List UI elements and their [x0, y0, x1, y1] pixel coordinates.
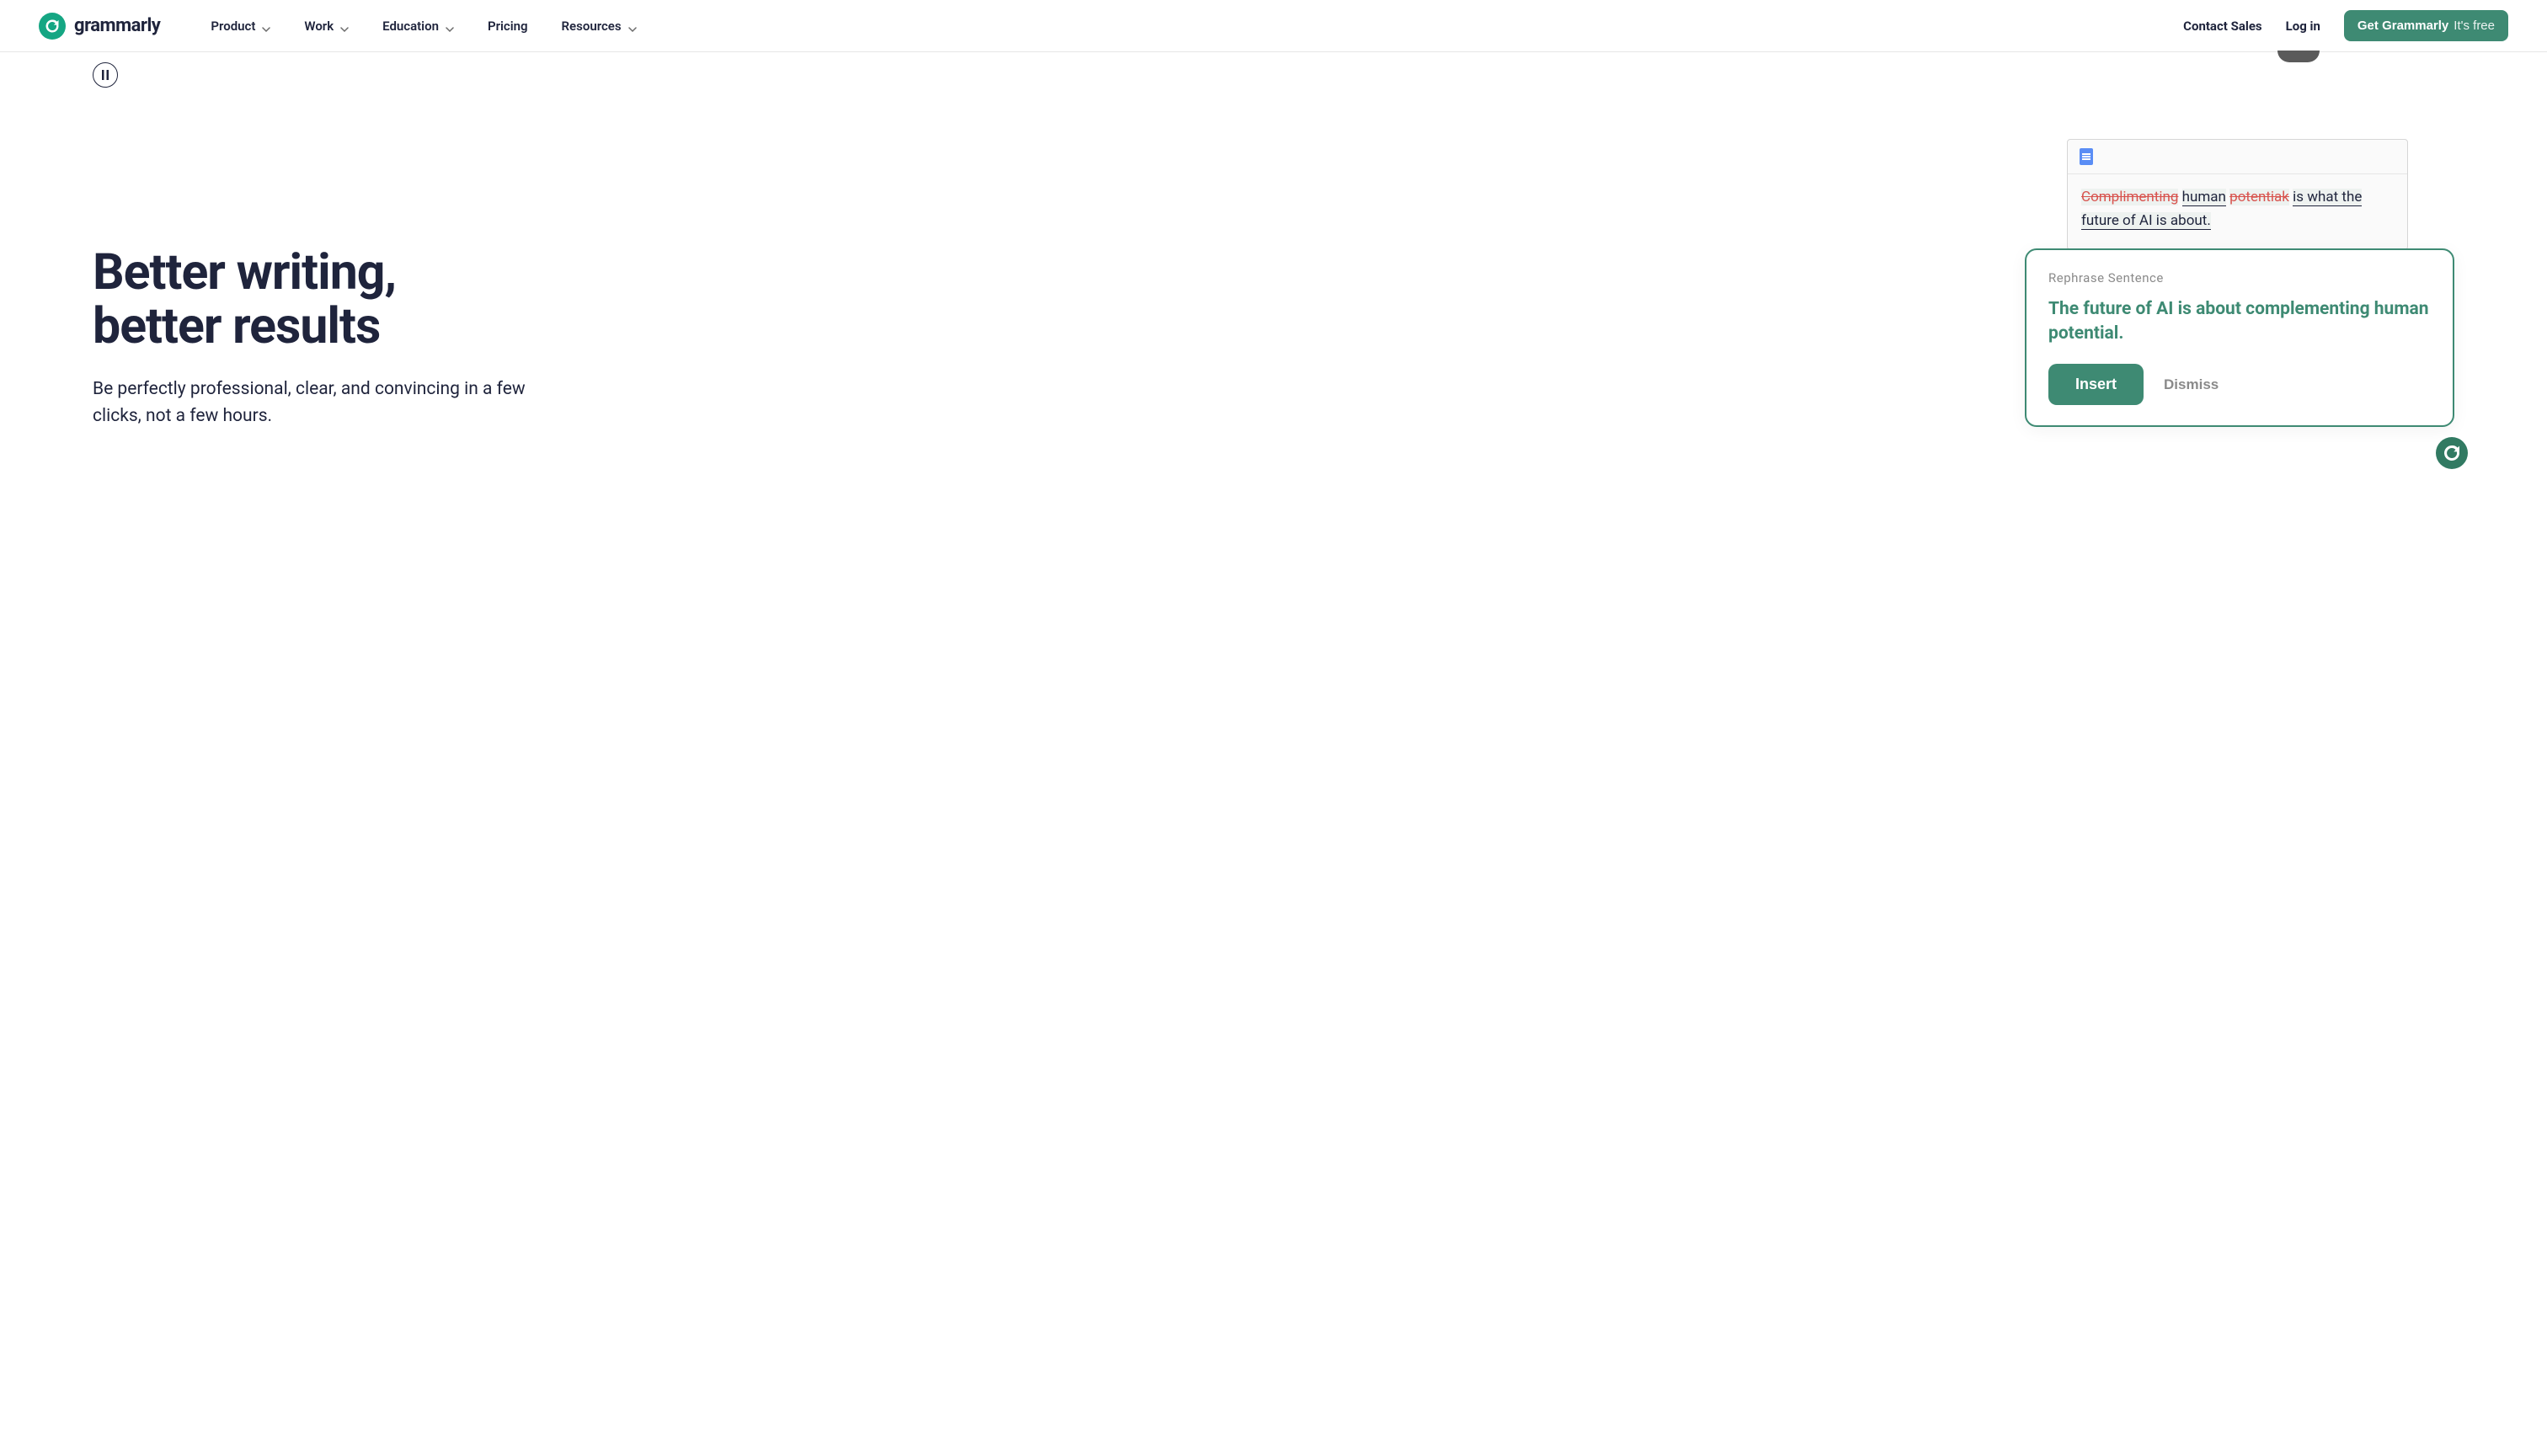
hero-subtitle: Be perfectly professional, clear, and co…	[93, 376, 564, 429]
main-content: Better writing, better results Be perfec…	[0, 52, 2547, 692]
pause-icon	[101, 70, 109, 80]
chevron-down-icon	[628, 22, 637, 30]
hero-title-line2: better results	[93, 297, 380, 355]
doc-strike-word-1: Complimenting	[2081, 189, 2178, 205]
logo-text: grammarly	[74, 15, 160, 36]
nav-item-pricing[interactable]: Pricing	[488, 19, 528, 34]
get-grammarly-button[interactable]: Get Grammarly It's free	[2344, 10, 2508, 41]
google-doc-icon	[2080, 148, 2093, 165]
demo-visual: Complimenting human potentiak is what th…	[2025, 248, 2463, 427]
nav-label: Work	[304, 19, 334, 34]
pause-animation-button[interactable]	[93, 62, 118, 88]
suggestion-actions: Insert Dismiss	[2048, 364, 2431, 405]
nav-item-resources[interactable]: Resources	[562, 19, 637, 34]
nav-right-group: Contact Sales Log in Get Grammarly It's …	[2183, 10, 2508, 41]
grammarly-logo[interactable]: grammarly	[39, 13, 160, 40]
nav-item-education[interactable]: Education	[382, 19, 454, 34]
dismiss-button[interactable]: Dismiss	[2164, 376, 2219, 393]
suggestion-card: Rephrase Sentence The future of AI is ab…	[2025, 248, 2454, 427]
hero-section: Better writing, better results Be perfec…	[93, 52, 2454, 429]
cta-sub-text: It's free	[2454, 19, 2495, 33]
nav-menu: Product Work Education Pricing	[211, 19, 636, 34]
doc-header	[2068, 140, 2407, 174]
nav-left-group: grammarly Product Work Education	[39, 13, 637, 40]
grammarly-floating-icon[interactable]	[2436, 437, 2468, 469]
cta-main-text: Get Grammarly	[2357, 19, 2448, 33]
chevron-down-icon	[262, 22, 270, 30]
login-link[interactable]: Log in	[2286, 19, 2320, 34]
hero-text-block: Better writing, better results Be perfec…	[93, 246, 564, 429]
suggestion-text: The future of AI is about complementing …	[2048, 297, 2431, 345]
nav-label: Resources	[562, 19, 622, 34]
hero-title-line1: Better writing,	[93, 243, 396, 301]
doc-word-human: human	[2182, 189, 2226, 206]
suggestion-label: Rephrase Sentence	[2048, 270, 2431, 285]
hero-title: Better writing, better results	[93, 246, 564, 353]
nav-item-work[interactable]: Work	[304, 19, 349, 34]
avatar-partial	[2277, 51, 2320, 62]
nav-label: Education	[382, 19, 439, 34]
doc-strike-word-2: potentiak	[2229, 189, 2289, 205]
contact-sales-link[interactable]: Contact Sales	[2183, 19, 2261, 34]
chevron-down-icon	[340, 22, 349, 30]
doc-body: Complimenting human potentiak is what th…	[2068, 174, 2407, 248]
nav-label: Product	[211, 19, 255, 34]
main-navbar: grammarly Product Work Education	[0, 0, 2547, 52]
document-card: Complimenting human potentiak is what th…	[2067, 139, 2408, 249]
logo-mark-icon	[39, 13, 66, 40]
nav-label: Pricing	[488, 19, 528, 34]
chevron-down-icon	[446, 22, 454, 30]
nav-item-product[interactable]: Product	[211, 19, 270, 34]
insert-button[interactable]: Insert	[2048, 364, 2144, 405]
